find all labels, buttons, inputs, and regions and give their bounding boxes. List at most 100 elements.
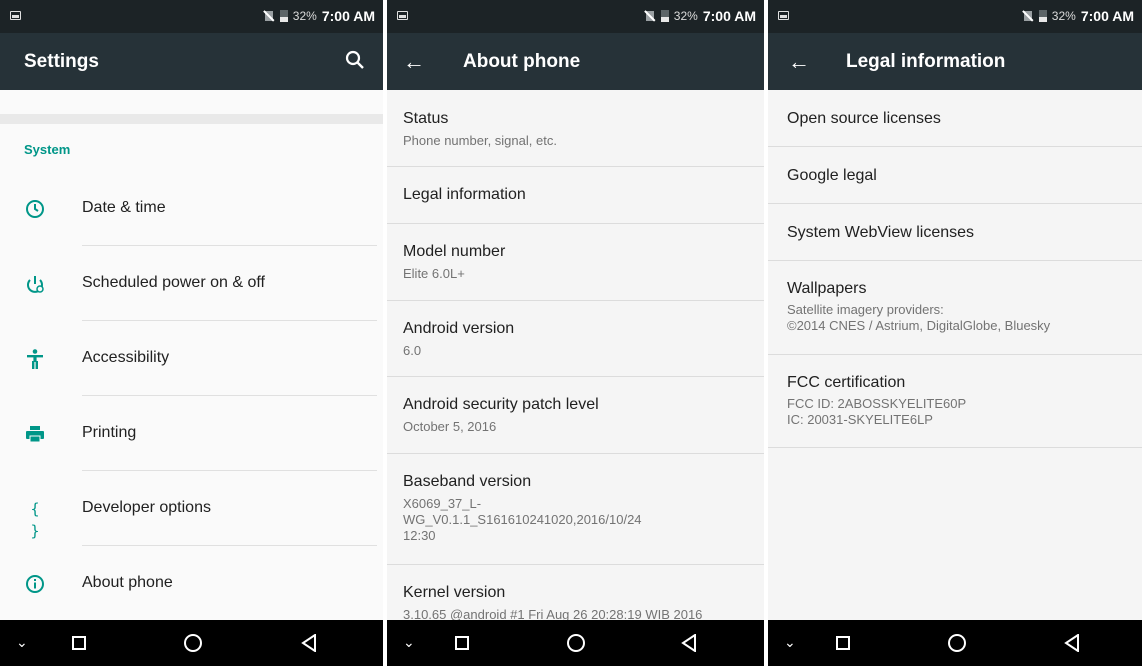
item-subtitle: WG_V0.1.1_S161610241020,2016/10/24	[403, 512, 642, 527]
search-icon[interactable]	[345, 50, 365, 72]
home-icon[interactable]	[184, 634, 202, 652]
settings-item-about-phone[interactable]: About phone	[0, 547, 383, 621]
settings-item-printing[interactable]: Printing	[0, 397, 383, 471]
info-icon	[26, 575, 44, 593]
app-bar: Settings	[0, 33, 383, 90]
nav-bar: ⌄	[0, 620, 383, 666]
settings-item-label: Scheduled power on & off	[82, 274, 265, 291]
item-title: Open source licenses	[787, 110, 941, 127]
nav-bar: ⌄	[387, 620, 764, 666]
legal-list: Open source licenses Google legal System…	[768, 90, 1142, 620]
status-bar: 32% 7:00 AM	[0, 0, 383, 33]
item-title: Legal information	[403, 186, 526, 203]
item-subtitle: Phone number, signal, etc.	[403, 133, 557, 148]
battery-percent: 32%	[673, 9, 698, 23]
list-item-status[interactable]: Status Phone number, signal, etc.	[387, 90, 764, 167]
settings-item-label: About phone	[82, 574, 173, 591]
settings-item-scheduled-power[interactable]: Scheduled power on & off	[0, 247, 383, 321]
home-icon[interactable]	[567, 634, 585, 652]
settings-item-label: Accessibility	[82, 349, 170, 366]
legal-information-screen: 32% 7:00 AM ← Legal information Open sou…	[768, 0, 1142, 666]
page-title: About phone	[463, 51, 581, 72]
list-item-fcc-certification[interactable]: FCC certification FCC ID: 2ABOSSKYELITE6…	[768, 355, 1142, 448]
no-sim-icon	[1022, 10, 1034, 22]
chevron-down-icon[interactable]: ⌄	[784, 634, 796, 651]
recents-icon[interactable]	[836, 636, 850, 650]
battery-icon	[660, 10, 669, 22]
back-arrow-icon[interactable]: ←	[403, 49, 425, 75]
settings-item-label: Date & time	[82, 199, 166, 216]
clock-time: 7:00 AM	[321, 8, 375, 24]
list-item-webview-licenses[interactable]: System WebView licenses	[768, 204, 1142, 261]
home-icon[interactable]	[948, 634, 966, 652]
list-item-security-patch[interactable]: Android security patch level October 5, …	[387, 377, 764, 454]
settings-item-accessibility[interactable]: Accessibility	[0, 322, 383, 396]
chevron-down-icon[interactable]: ⌄	[403, 634, 415, 651]
list-item-baseband-version[interactable]: Baseband version X6069_37_L- WG_V0.1.1_S…	[387, 454, 764, 565]
page-title: Legal information	[846, 51, 1006, 72]
divider	[82, 395, 377, 396]
item-title: Wallpapers	[787, 280, 867, 297]
section-header-system: System	[24, 142, 71, 157]
list-item-legal-information[interactable]: Legal information	[387, 167, 764, 224]
back-nav-icon[interactable]	[681, 634, 697, 652]
list-item-open-source-licenses[interactable]: Open source licenses	[768, 90, 1142, 147]
item-title: FCC certification	[787, 374, 906, 391]
item-title: Kernel version	[403, 584, 506, 601]
item-subtitle: Satellite imagery providers:	[787, 302, 944, 317]
item-subtitle: X6069_37_L-	[403, 496, 482, 511]
back-nav-icon[interactable]	[1064, 634, 1080, 652]
settings-item-date-time[interactable]: Date & time	[0, 172, 383, 246]
item-subtitle: 6.0	[403, 343, 422, 358]
item-title: System WebView licenses	[787, 224, 975, 241]
divider	[82, 320, 377, 321]
recents-icon[interactable]	[455, 636, 469, 650]
item-title: Android version	[403, 320, 515, 337]
back-arrow-icon[interactable]: ←	[788, 49, 810, 75]
section-divider	[0, 114, 383, 124]
divider	[82, 245, 377, 246]
about-phone-screen: 32% 7:00 AM ← About phone Status Phone n…	[387, 0, 764, 666]
top-spacer	[0, 90, 383, 114]
clock-time: 7:00 AM	[702, 8, 756, 24]
no-sim-icon	[263, 10, 275, 22]
divider	[82, 545, 377, 546]
divider	[82, 470, 377, 471]
item-subtitle: ©2014 CNES / Astrium, DigitalGlobe, Blue…	[787, 318, 1051, 333]
nav-bar: ⌄	[768, 620, 1142, 666]
item-subtitle: FCC ID: 2ABOSSKYELITE60P	[787, 396, 967, 411]
item-title: Status	[403, 110, 449, 127]
back-nav-icon[interactable]	[301, 634, 317, 652]
battery-icon	[279, 10, 288, 22]
list-item-google-legal[interactable]: Google legal	[768, 147, 1142, 204]
list-item-model-number[interactable]: Model number Elite 6.0L+	[387, 224, 764, 301]
item-subtitle: IC: 20031-SKYELITE6LP	[787, 412, 933, 427]
item-title: Baseband version	[403, 473, 532, 490]
item-title: Model number	[403, 243, 506, 260]
clock-time: 7:00 AM	[1080, 8, 1134, 24]
settings-screen: 32% 7:00 AM Settings System Date & time …	[0, 0, 383, 666]
no-sim-icon	[644, 10, 656, 22]
status-bar: 32% 7:00 AM	[387, 0, 764, 33]
about-list: Status Phone number, signal, etc. Legal …	[387, 90, 764, 622]
list-item-android-version[interactable]: Android version 6.0	[387, 301, 764, 377]
notification-icon	[397, 11, 408, 20]
settings-item-label: Developer options	[82, 499, 211, 516]
item-subtitle: Elite 6.0L+	[403, 266, 465, 281]
battery-percent: 32%	[292, 9, 317, 23]
chevron-down-icon[interactable]: ⌄	[16, 634, 28, 651]
item-subtitle: October 5, 2016	[403, 419, 497, 434]
app-bar: ← About phone	[387, 33, 764, 90]
page-title: Settings	[24, 51, 99, 72]
list-item-wallpapers[interactable]: Wallpapers Satellite imagery providers: …	[768, 261, 1142, 355]
item-title: Android security patch level	[403, 396, 599, 413]
notification-icon	[778, 11, 789, 20]
accessibility-icon	[27, 349, 43, 369]
item-subtitle: 12:30	[403, 528, 436, 543]
app-bar: ← Legal information	[768, 33, 1142, 90]
settings-item-label: Printing	[82, 424, 137, 441]
braces-icon: { }	[30, 500, 40, 540]
recents-icon[interactable]	[72, 636, 86, 650]
settings-item-developer-options[interactable]: { } Developer options	[0, 472, 383, 546]
power-schedule-icon	[27, 276, 44, 293]
